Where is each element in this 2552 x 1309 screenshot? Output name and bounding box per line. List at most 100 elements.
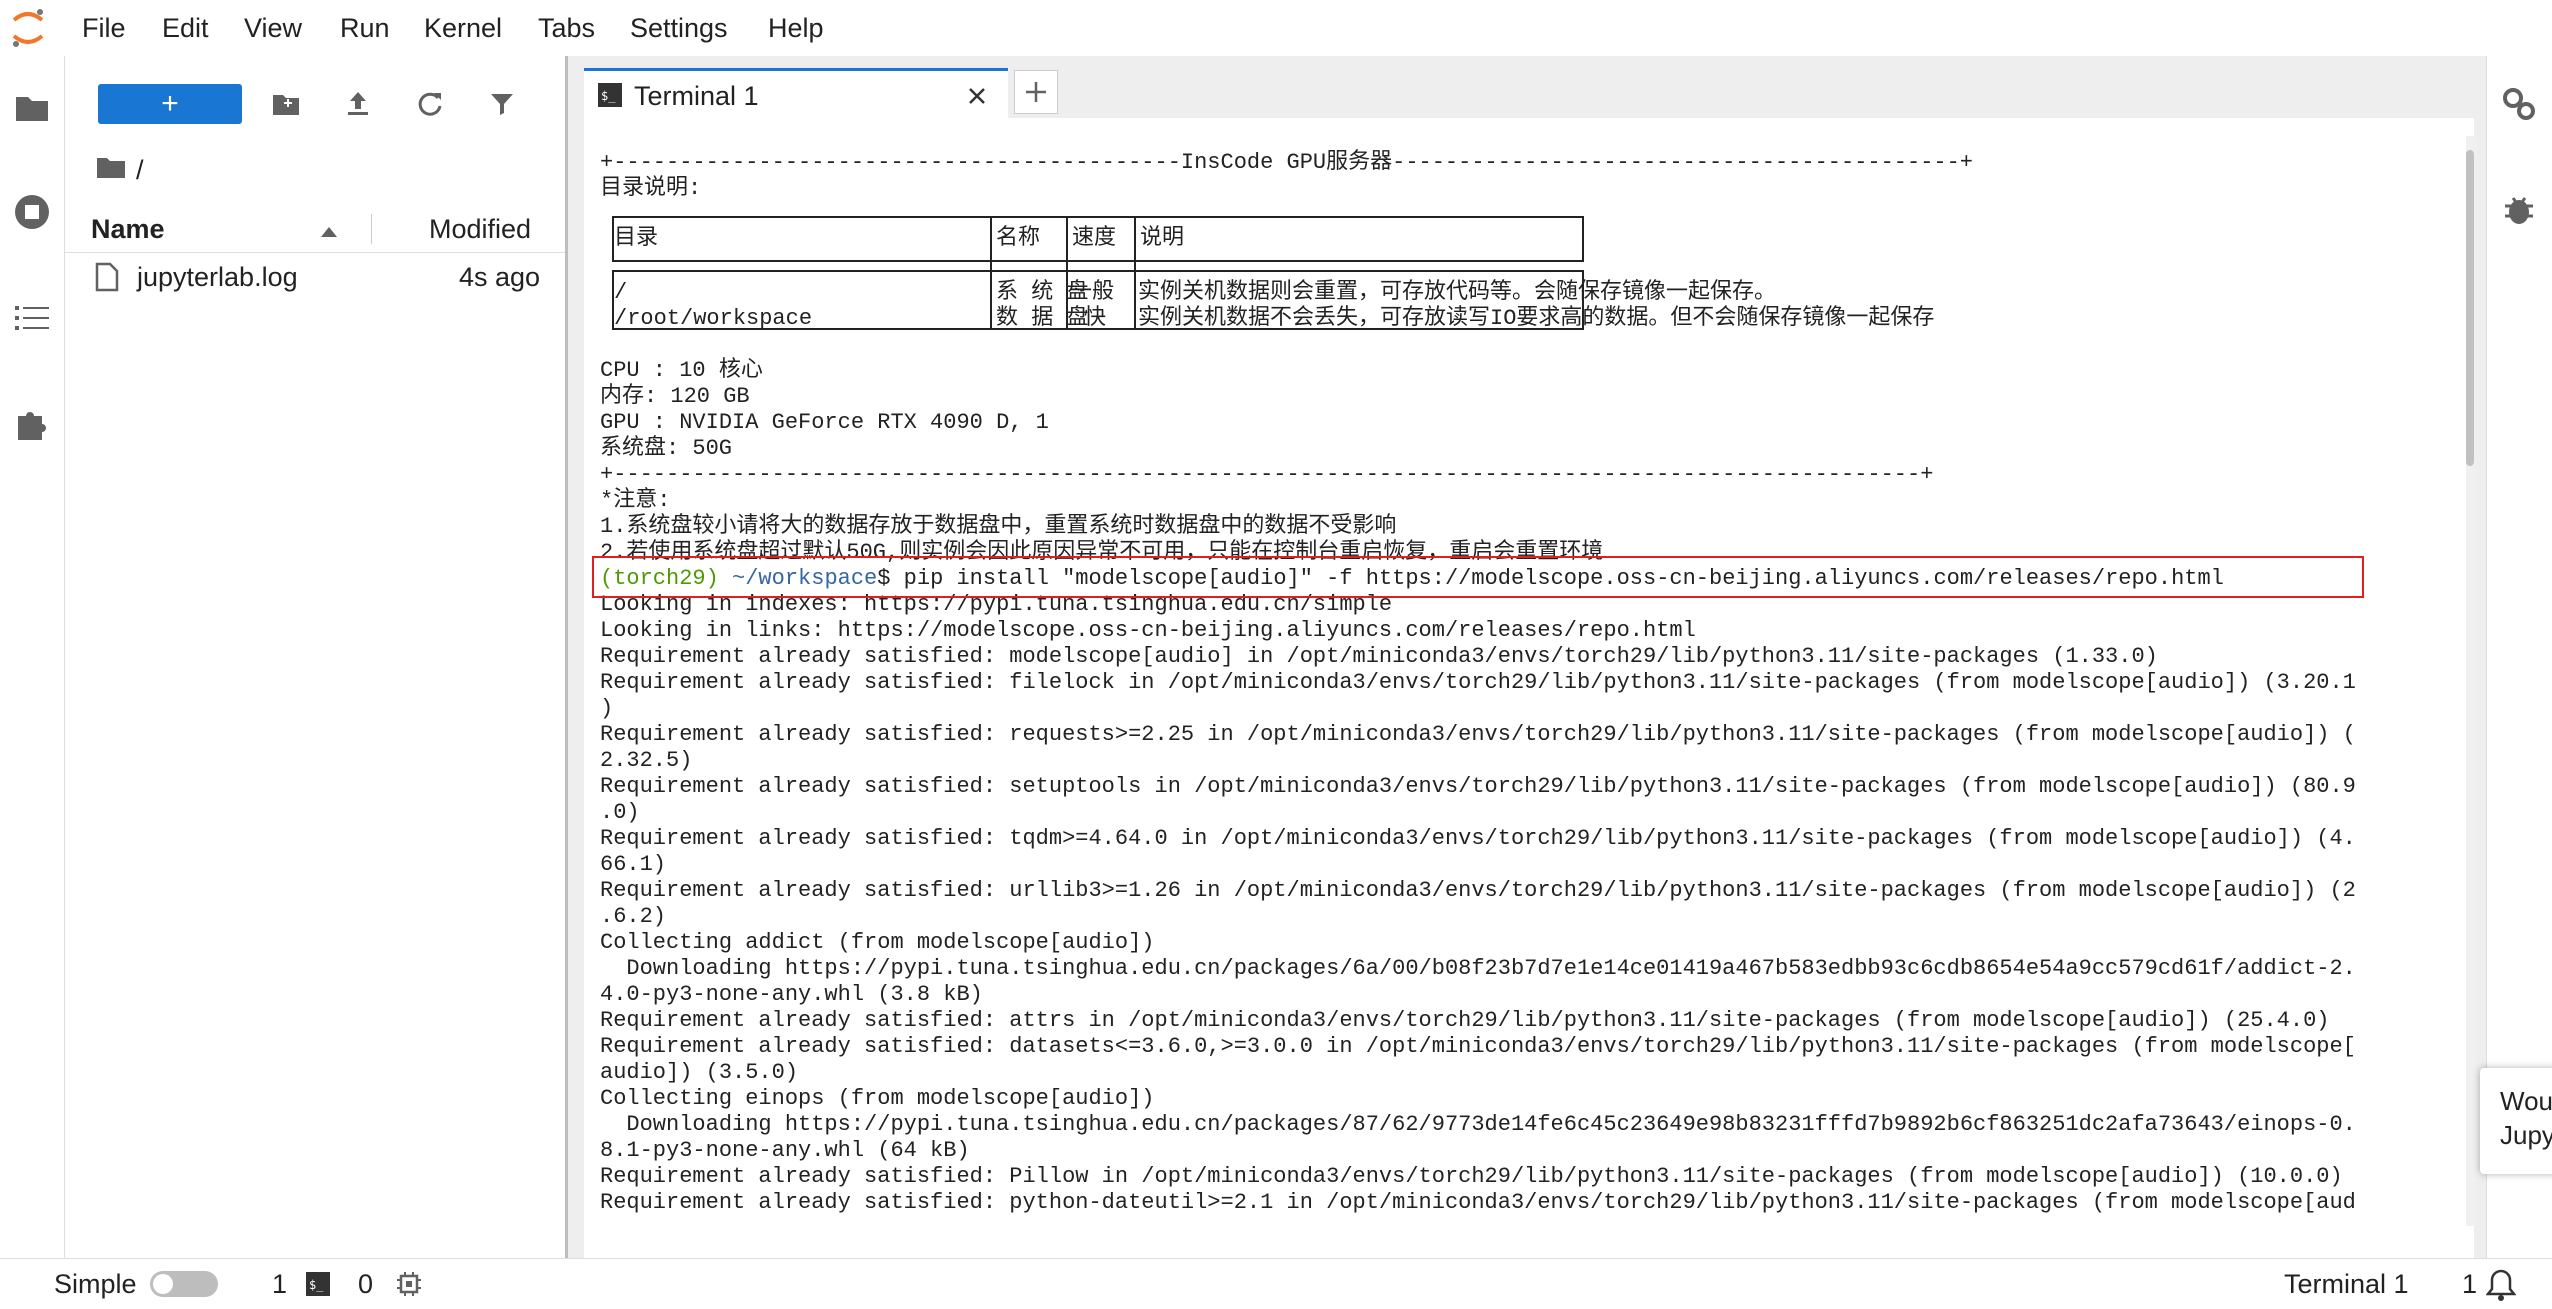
terminal-line: 8.1-py3-none-any.whl (64 kB) bbox=[600, 1138, 970, 1163]
new-tab-button[interactable] bbox=[1014, 70, 1058, 114]
terminal-line: Downloading https://pypi.tuna.tsinghua.e… bbox=[600, 1112, 2356, 1137]
terminal-line: Downloading https://pypi.tuna.tsinghua.e… bbox=[600, 956, 2356, 981]
terminal-line: Requirement already satisfied: requests>… bbox=[600, 722, 2356, 747]
terminal-count[interactable]: 0 bbox=[358, 1259, 373, 1309]
terminal-line: *注意: bbox=[600, 488, 671, 513]
table-header-speed: 速度 bbox=[1072, 226, 1117, 251]
terminal-icon: $_ bbox=[598, 83, 622, 112]
terminal-line: .0) bbox=[600, 800, 640, 825]
scrollbar-thumb[interactable] bbox=[2466, 150, 2474, 466]
terminal-line: ) bbox=[600, 696, 614, 721]
terminal-line: Collecting einops (from modelscope[audio… bbox=[600, 1086, 1155, 1111]
menu-settings[interactable]: Settings bbox=[630, 0, 728, 56]
active-document-label: Terminal 1 bbox=[2284, 1269, 2409, 1299]
file-icon bbox=[95, 262, 119, 297]
terminal-line: Collecting addict (from modelscope[audio… bbox=[600, 930, 1155, 955]
file-list-header: Name Modified bbox=[65, 206, 565, 253]
menu-kernel[interactable]: Kernel bbox=[424, 0, 502, 56]
column-modified-header[interactable]: Modified bbox=[429, 206, 531, 252]
toast-text: Jupy bbox=[2500, 1120, 2552, 1150]
breadcrumb-root[interactable]: / bbox=[136, 150, 144, 190]
terminal-line: +---------------------------------------… bbox=[600, 150, 1974, 175]
terminal-line: Requirement already satisfied: python-da… bbox=[600, 1190, 2356, 1215]
bell-icon[interactable] bbox=[2485, 1269, 2517, 1306]
terminal-line: +---------------------------------------… bbox=[600, 462, 1934, 487]
filter-icon[interactable] bbox=[482, 84, 522, 124]
file-modified: 4s ago bbox=[459, 262, 541, 292]
file-row[interactable]: jupyterlab.log 4s ago bbox=[65, 254, 565, 300]
terminal-line: Looking in links: https://modelscope.oss… bbox=[600, 618, 1696, 643]
terminal-line: GPU : NVIDIA GeForce RTX 4090 D, 1 bbox=[600, 410, 1049, 435]
terminal-line: Requirement already satisfied: setuptool… bbox=[600, 774, 2356, 799]
table-divider bbox=[1134, 216, 1136, 330]
simple-mode-label: Simple bbox=[54, 1269, 137, 1299]
kernel-status-icon[interactable] bbox=[396, 1271, 422, 1302]
close-icon[interactable] bbox=[962, 81, 992, 111]
terminal-line: 内存: 120 GB bbox=[600, 384, 750, 409]
table-header-desc: 说明 bbox=[1140, 226, 1185, 251]
notification-count[interactable]: 1 bbox=[2462, 1259, 2477, 1309]
refresh-icon[interactable] bbox=[410, 84, 450, 124]
menu-tabs[interactable]: Tabs bbox=[538, 0, 595, 56]
table-cell-desc: 实例关机数据不会丢失，可存放读写IO要求高的数据。但不会随保存镜像一起保存 bbox=[1138, 306, 1935, 331]
table-cell-name: 数 据 盘 bbox=[996, 306, 1089, 331]
svg-text:$_: $_ bbox=[601, 89, 616, 103]
table-cell-speed: 一般 bbox=[1070, 280, 1115, 305]
terminal-line: 系统盘: 50G bbox=[600, 436, 733, 461]
terminal-line: Requirement already satisfied: tqdm>=4.6… bbox=[600, 826, 2356, 851]
simple-mode-toggle[interactable] bbox=[150, 1271, 218, 1297]
breadcrumb: / bbox=[96, 150, 144, 190]
table-divider bbox=[990, 216, 992, 330]
terminal-line: 4.0-py3-none-any.whl (3.8 kB) bbox=[600, 982, 983, 1007]
table-header-dir: 目录 bbox=[614, 226, 659, 251]
terminal-line: CPU : 10 核心 bbox=[600, 358, 763, 383]
table-cell-desc: 实例关机数据则会重置，可存放代码等。会随保存镜像一起保存。 bbox=[1138, 280, 1777, 305]
tab-terminal-1[interactable]: $_ Terminal 1 bbox=[584, 68, 1008, 121]
extensions-puzzle-icon[interactable] bbox=[10, 402, 54, 446]
terminal-line: Requirement already satisfied: filelock … bbox=[600, 670, 2356, 695]
property-inspector-gears-icon[interactable] bbox=[2501, 86, 2537, 127]
upload-icon[interactable] bbox=[338, 84, 378, 124]
command-highlight-box bbox=[592, 556, 2364, 598]
menu-bar: File Edit View Run Kernel Tabs Settings … bbox=[0, 0, 2552, 56]
column-divider[interactable] bbox=[371, 214, 372, 244]
terminal-icon[interactable]: $_ bbox=[306, 1272, 330, 1301]
menu-view[interactable]: View bbox=[244, 0, 302, 56]
folder-icon[interactable] bbox=[96, 150, 126, 190]
left-sidebar-rail bbox=[0, 56, 65, 1258]
sort-ascending-icon bbox=[321, 224, 337, 242]
terminal-line: 1.系统盘较小请将大的数据存放于数据盘中，重置系统时数据盘中的数据不受影响 bbox=[600, 514, 1397, 539]
terminal-output[interactable]: +---------------------------------------… bbox=[592, 136, 2466, 1226]
new-launcher-button[interactable]: + bbox=[98, 84, 242, 124]
terminal-line: 目录说明: bbox=[600, 176, 702, 201]
terminal-line: 66.1) bbox=[600, 852, 667, 877]
debugger-bug-icon[interactable] bbox=[2503, 192, 2535, 231]
jupyter-logo-icon bbox=[8, 6, 48, 50]
table-cell-path: / bbox=[614, 280, 628, 305]
column-name-header[interactable]: Name bbox=[91, 206, 165, 252]
terminal-line: Requirement already satisfied: urllib3>=… bbox=[600, 878, 2356, 903]
svg-text:$_: $_ bbox=[309, 1278, 324, 1292]
toast-text: Wou bbox=[2500, 1086, 2552, 1116]
new-folder-icon[interactable] bbox=[266, 84, 306, 124]
terminal-line: .6.2) bbox=[600, 904, 667, 929]
table-cell-path: /root/workspace bbox=[614, 306, 813, 331]
folder-icon[interactable] bbox=[10, 86, 54, 130]
status-bar: Simple 1 $_ 0 Terminal 1 1 bbox=[0, 1258, 2552, 1309]
table-header-name: 名称 bbox=[996, 226, 1041, 251]
file-name: jupyterlab.log bbox=[137, 262, 298, 292]
terminal-line: Requirement already satisfied: Pillow in… bbox=[600, 1164, 2343, 1189]
table-of-contents-icon[interactable] bbox=[10, 296, 54, 340]
terminal-line: audio]) (3.5.0) bbox=[600, 1060, 799, 1085]
terminal-line: Requirement already satisfied: datasets<… bbox=[600, 1034, 2356, 1059]
menu-edit[interactable]: Edit bbox=[162, 0, 209, 56]
terminal-line: 2.32.5) bbox=[600, 748, 693, 773]
running-sessions-icon[interactable] bbox=[10, 190, 54, 234]
menu-run[interactable]: Run bbox=[340, 0, 390, 56]
kernel-count[interactable]: 1 bbox=[272, 1259, 287, 1309]
notification-toast[interactable]: Wou Jupy bbox=[2480, 1068, 2552, 1174]
tab-label: Terminal 1 bbox=[634, 81, 759, 111]
menu-help[interactable]: Help bbox=[768, 0, 824, 56]
terminal-line: Requirement already satisfied: attrs in … bbox=[600, 1008, 2330, 1033]
menu-file[interactable]: File bbox=[82, 0, 126, 56]
